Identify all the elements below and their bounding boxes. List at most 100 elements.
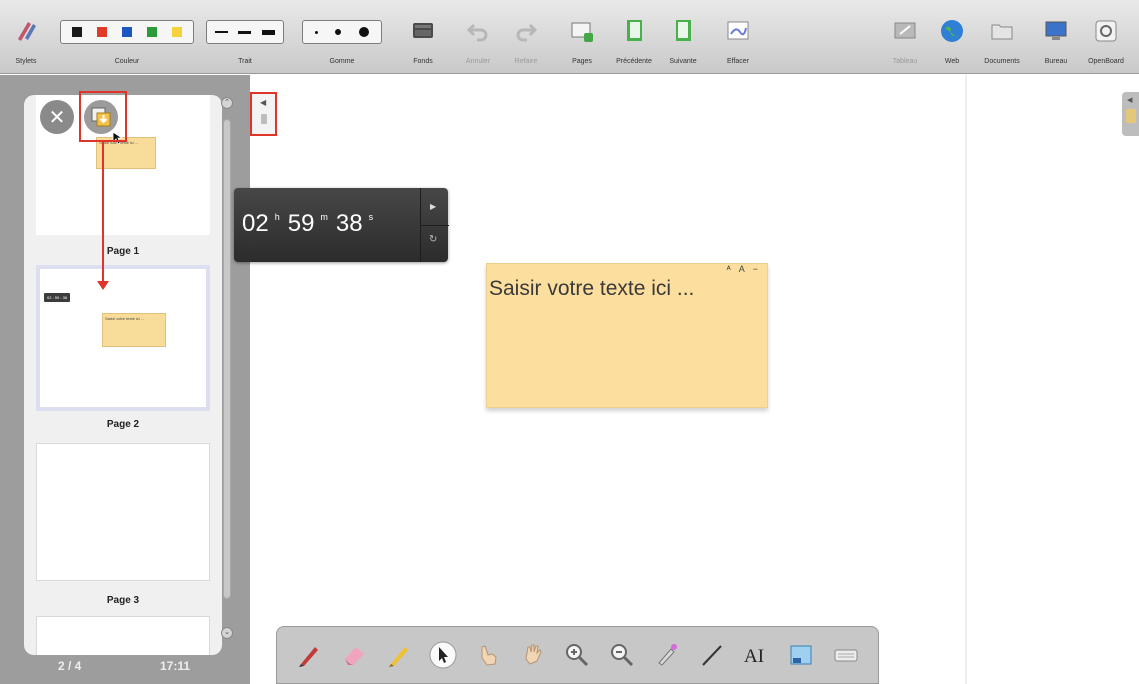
timer-seconds-unit: s	[368, 212, 374, 222]
openboard-gear-icon	[1095, 20, 1117, 42]
thumbnails-scrollbar[interactable]	[223, 119, 231, 599]
hand-tool[interactable]	[517, 639, 549, 671]
sticky-note[interactable]: ᴬ A − Saisir votre texte ici ...	[486, 263, 768, 408]
countdown-timer-widget[interactable]: 02 h 59 m 38 s ▶ ↻	[234, 188, 449, 262]
clear-page-icon	[727, 21, 749, 40]
stylets-tool[interactable]: Stylets	[4, 6, 48, 68]
undo-label: Annuler	[465, 58, 491, 65]
zoom-in-tool[interactable]	[561, 639, 593, 671]
laser-pointer-tool[interactable]	[651, 639, 683, 671]
capture-icon	[790, 645, 812, 665]
line-tool[interactable]	[696, 639, 728, 671]
timer-display: 02 h 59 m 38 s	[242, 210, 381, 238]
documents-button[interactable]: Documents	[980, 6, 1024, 68]
pen-tool[interactable]	[293, 639, 325, 671]
timer-controls: ▶ ↻	[420, 188, 449, 262]
interact-tool[interactable]	[472, 639, 504, 671]
timer-play-icon[interactable]: ▶	[430, 202, 436, 211]
collapse-arrow-icon: ◀	[260, 98, 267, 107]
zoom-in-icon	[566, 644, 589, 667]
library-panel-handle[interactable]: ◀	[1122, 92, 1139, 136]
previous-page-button[interactable]: Précédente	[612, 6, 656, 68]
text-tool[interactable]: AI	[740, 639, 772, 671]
timer-seconds: 38	[335, 210, 363, 237]
eraser-medium[interactable]	[335, 29, 342, 35]
stroke-thin[interactable]	[215, 31, 229, 33]
line-icon	[701, 645, 722, 666]
board-mode-button[interactable]: Tableau	[886, 6, 924, 68]
page-thumbnail-3[interactable]	[36, 443, 210, 581]
keyboard-icon	[834, 649, 858, 662]
collapse-pages-panel-button[interactable]: ◀	[250, 92, 277, 136]
eraser-small[interactable]	[314, 30, 318, 34]
color-yellow[interactable]	[172, 27, 183, 37]
color-blue[interactable]	[121, 27, 132, 37]
sticky-note-text[interactable]: Saisir votre texte ici ...	[489, 278, 739, 299]
color-red[interactable]	[96, 27, 107, 37]
stroke-thick[interactable]	[261, 29, 275, 35]
svg-text:AI: AI	[744, 646, 764, 667]
page-2-label: Page 2	[106, 419, 140, 430]
stroke-selector[interactable]	[206, 20, 284, 44]
delete-page-button[interactable]: ✕	[40, 100, 74, 134]
web-button[interactable]: Web	[932, 6, 972, 68]
annotation-arrow-line	[102, 140, 104, 281]
color-black[interactable]	[71, 27, 82, 37]
library-icon	[1126, 109, 1136, 123]
clear-label: Effacer	[726, 58, 750, 65]
capture-tool[interactable]	[785, 639, 817, 671]
previous-page-icon	[627, 20, 642, 41]
color-selector[interactable]	[60, 20, 194, 44]
eraser-large[interactable]	[359, 27, 370, 37]
scroll-up-button[interactable]: ⌃	[221, 97, 233, 109]
page-thumbnail-2[interactable]: 02 : 59 : 38 Saisir votre texte ici ...	[36, 265, 210, 411]
globe-icon	[941, 20, 963, 42]
undo-button[interactable]: Annuler	[457, 6, 499, 68]
eraser-icon	[345, 647, 365, 665]
stylets-icon	[18, 22, 36, 41]
redo-button[interactable]: Refaire	[505, 6, 547, 68]
next-page-label: Suivante	[669, 58, 697, 65]
background-button[interactable]: Fonds	[402, 6, 444, 68]
highlighter-icon	[388, 647, 408, 667]
openboard-menu-button[interactable]: OpenBoard	[1082, 6, 1130, 68]
clear-button[interactable]: Effacer	[716, 6, 760, 68]
stylets-label: Stylets	[15, 58, 37, 65]
redo-label: Refaire	[514, 58, 538, 65]
openboard-label: OpenBoard	[1088, 58, 1124, 65]
laser-pointer-icon	[658, 644, 677, 666]
timer-reset-icon[interactable]: ↻	[429, 234, 437, 245]
eraser-size-selector[interactable]	[302, 20, 382, 44]
zoom-out-tool[interactable]	[606, 639, 638, 671]
stroke-label: Trait	[238, 58, 252, 65]
page-thumbnail-4[interactable]	[36, 616, 210, 655]
color-green[interactable]	[147, 27, 158, 37]
add-page-icon	[571, 22, 593, 42]
next-page-button[interactable]: Suivante	[661, 6, 705, 68]
highlighter-tool[interactable]	[383, 639, 415, 671]
board-page-edge	[965, 75, 967, 684]
desktop-label: Bureau	[1044, 58, 1068, 65]
thumbnail-timer: 02 : 59 : 38	[44, 293, 71, 302]
scroll-down-button[interactable]: ⌄	[221, 627, 233, 639]
eraser-tool[interactable]	[338, 639, 370, 671]
page-icon	[261, 114, 267, 124]
page-thumbnails-list[interactable]: Saisir votre texte ici ... Page 1 02 : 5…	[24, 95, 222, 655]
selector-tool[interactable]	[427, 639, 459, 671]
pointing-hand-icon	[481, 645, 497, 666]
redo-icon	[516, 23, 538, 42]
zoom-out-icon	[611, 644, 634, 667]
timer-minutes-unit: m	[320, 212, 328, 222]
background-label: Fonds	[413, 58, 433, 65]
desktop-button[interactable]: Bureau	[1036, 6, 1076, 68]
timer-hours-unit: h	[274, 212, 280, 222]
timer-control-divider	[421, 225, 449, 226]
main-toolbar: Stylets Couleur Trait Gomme Fonds Annule…	[0, 0, 1139, 74]
page-indicator: 2 / 4	[58, 659, 82, 673]
stroke-medium[interactable]	[238, 30, 252, 34]
pages-button[interactable]: Pages	[560, 6, 604, 68]
timer-minutes: 59	[287, 210, 315, 237]
note-font-controls[interactable]: ᴬ A −	[727, 264, 761, 274]
clock: 17:11	[160, 659, 191, 673]
virtual-keyboard-tool[interactable]	[830, 639, 862, 671]
